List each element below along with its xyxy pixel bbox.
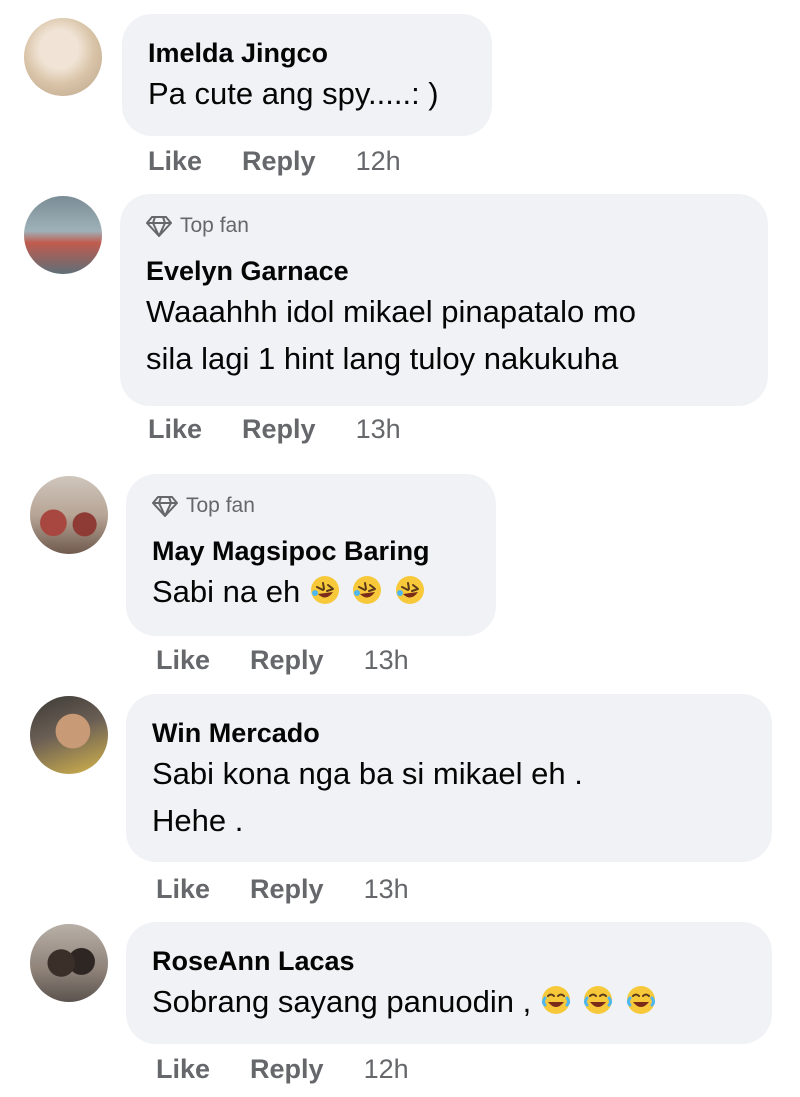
comment-text: Hehe . <box>152 803 244 838</box>
comment-text: Sabi na eh <box>152 568 470 615</box>
comment-bubble: Top fan Evelyn Garnace Waaahhh idol mika… <box>120 194 768 406</box>
reply-button[interactable]: Reply <box>242 414 316 445</box>
comment-text: sila lagi 1 hint lang tuloy nakukuha <box>146 341 619 376</box>
comment-actions: Like Reply 12h <box>156 1054 409 1085</box>
face-with-tears-of-joy-icon <box>627 986 656 1014</box>
comment-actions: Like Reply 12h <box>148 146 401 177</box>
reply-button[interactable]: Reply <box>242 146 316 177</box>
comment-bubble: Imelda Jingco Pa cute ang spy.....: ) <box>122 14 492 136</box>
avatar[interactable] <box>30 924 108 1002</box>
top-fan-label: Top fan <box>186 494 255 517</box>
like-button[interactable]: Like <box>156 645 210 676</box>
comment-actions: Like Reply 13h <box>156 874 409 905</box>
avatar[interactable] <box>24 18 102 96</box>
avatar[interactable] <box>30 696 108 774</box>
reply-button[interactable]: Reply <box>250 1054 324 1085</box>
comment-text: Pa cute ang spy.....: ) <box>148 76 439 111</box>
face-with-tears-of-joy-icon <box>541 986 570 1014</box>
face-with-tears-of-joy-icon <box>584 986 613 1014</box>
like-button[interactable]: Like <box>148 414 202 445</box>
comment-text-body: Sobrang sayang panuodin , <box>152 984 532 1019</box>
like-button[interactable]: Like <box>156 874 210 905</box>
emoji-group <box>309 574 428 609</box>
rolling-on-floor-laughing-icon <box>353 576 382 604</box>
comment-author[interactable]: Evelyn Garnace <box>146 254 742 288</box>
rolling-on-floor-laughing-icon <box>310 576 339 604</box>
comment-author[interactable]: Win Mercado <box>152 716 746 750</box>
rolling-on-floor-laughing-icon <box>396 576 425 604</box>
comment-text: Waaahhh idol mikael pinapatalo mo <box>146 294 636 329</box>
comment-author[interactable]: Imelda Jingco <box>148 36 466 70</box>
diamond-icon <box>146 216 172 237</box>
like-button[interactable]: Like <box>156 1054 210 1085</box>
comment-text: Sabi kona nga ba si mikael eh . <box>152 756 583 791</box>
comment-bubble: Top fan May Magsipoc Baring Sabi na eh <box>126 474 496 636</box>
like-button[interactable]: Like <box>148 146 202 177</box>
top-fan-badge[interactable]: Top fan <box>146 212 742 240</box>
emoji-group <box>540 984 659 1019</box>
comment-actions: Like Reply 13h <box>156 645 409 676</box>
comment-author[interactable]: May Magsipoc Baring <box>152 534 470 568</box>
comment-timestamp[interactable]: 13h <box>356 414 401 445</box>
comment-bubble: Win Mercado Sabi kona nga ba si mikael e… <box>126 694 772 862</box>
reply-button[interactable]: Reply <box>250 645 324 676</box>
comment-text-body: Sabi na eh <box>152 574 301 609</box>
top-fan-label: Top fan <box>180 214 249 237</box>
comment-timestamp[interactable]: 13h <box>364 645 409 676</box>
comment-timestamp[interactable]: 12h <box>356 146 401 177</box>
avatar[interactable] <box>24 196 102 274</box>
diamond-icon <box>152 496 178 517</box>
comment-text: Sobrang sayang panuodin , <box>152 978 746 1025</box>
reply-button[interactable]: Reply <box>250 874 324 905</box>
avatar[interactable] <box>30 476 108 554</box>
top-fan-badge[interactable]: Top fan <box>152 492 470 520</box>
comment-author[interactable]: RoseAnn Lacas <box>152 944 746 978</box>
comment-timestamp[interactable]: 13h <box>364 874 409 905</box>
comment-actions: Like Reply 13h <box>148 414 401 445</box>
comment-bubble: RoseAnn Lacas Sobrang sayang panuodin , <box>126 922 772 1044</box>
comment-timestamp[interactable]: 12h <box>364 1054 409 1085</box>
